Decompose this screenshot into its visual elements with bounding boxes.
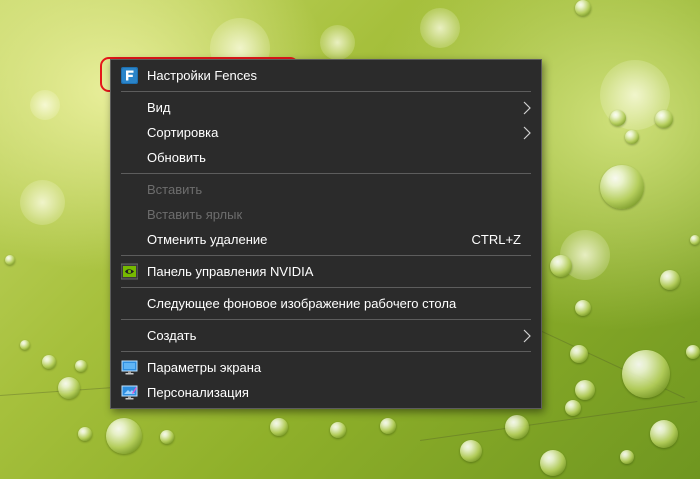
chevron-right-icon: [523, 95, 531, 120]
nvidia-icon: [120, 263, 139, 280]
menu-item-label: Параметры экрана: [147, 360, 262, 375]
chevron-right-icon: [523, 120, 531, 145]
menu-item-label: Сортировка: [147, 125, 219, 140]
menu-item-label: Обновить: [147, 150, 206, 165]
menu-separator: [121, 319, 531, 320]
menu-item-sort[interactable]: Сортировка: [111, 120, 541, 145]
menu-item-nvidia-control-panel[interactable]: Панель управления NVIDIA: [111, 259, 541, 284]
personalization-icon: [121, 384, 138, 401]
chevron-right-icon: [523, 323, 531, 348]
menu-item-undo-delete[interactable]: Отменить удаление CTRL+Z: [111, 227, 541, 252]
menu-item-label: Вставить: [147, 182, 203, 197]
menu-item-label: Создать: [147, 328, 197, 343]
menu-item-personalization[interactable]: Персонализация: [111, 380, 541, 405]
menu-item-fences-settings[interactable]: Настройки Fences: [111, 63, 541, 88]
menu-separator: [121, 351, 531, 352]
menu-item-label: Настройки Fences: [147, 68, 257, 83]
menu-separator: [121, 173, 531, 174]
menu-item-label: Панель управления NVIDIA: [147, 264, 314, 279]
menu-item-new[interactable]: Создать: [111, 323, 541, 348]
menu-item-label: Вид: [147, 100, 171, 115]
menu-item-next-background[interactable]: Следующее фоновое изображение рабочего с…: [111, 291, 541, 316]
fences-icon: [121, 67, 138, 84]
menu-item-paste: Вставить: [111, 177, 541, 202]
menu-item-display-settings[interactable]: Параметры экрана: [111, 355, 541, 380]
menu-separator: [121, 287, 531, 288]
menu-item-label: Персонализация: [147, 385, 249, 400]
menu-item-refresh[interactable]: Обновить: [111, 145, 541, 170]
menu-separator: [121, 91, 531, 92]
menu-item-shortcut: CTRL+Z: [471, 232, 521, 247]
menu-item-label: Отменить удаление: [147, 232, 268, 247]
display-settings-icon: [121, 359, 138, 376]
menu-item-label: Следующее фоновое изображение рабочего с…: [147, 296, 457, 311]
menu-separator: [121, 255, 531, 256]
menu-item-label: Вставить ярлык: [147, 207, 243, 222]
desktop-context-menu: Настройки Fences Вид Сортировка Обновить…: [110, 59, 542, 409]
menu-item-paste-shortcut: Вставить ярлык: [111, 202, 541, 227]
menu-item-view[interactable]: Вид: [111, 95, 541, 120]
